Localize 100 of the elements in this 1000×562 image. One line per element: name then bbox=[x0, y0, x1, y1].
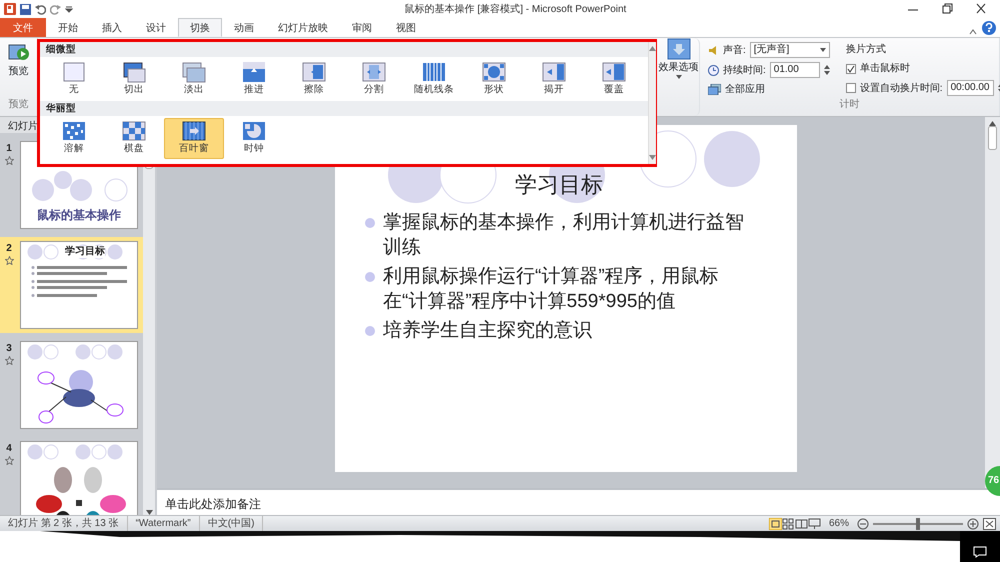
ribbon-tab[interactable]: 幻灯片放映 bbox=[266, 18, 340, 37]
check-icon bbox=[846, 64, 855, 72]
apply-icon bbox=[708, 84, 721, 95]
window-title: 鼠标的基本操作 [兼容模式] - Microsoft PowerPoint bbox=[404, 2, 628, 16]
group-label: 计时 bbox=[838, 98, 860, 112]
scroll-up-icon[interactable] bbox=[649, 46, 656, 51]
duration-field[interactable]: 01.00 bbox=[770, 62, 820, 78]
effect-options-button[interactable]: 效果选项 bbox=[658, 38, 700, 116]
slide-thumbnail-row[interactable]: 3 bbox=[0, 337, 143, 433]
normal-view-icon[interactable] bbox=[768, 518, 782, 530]
ribbon-tab[interactable]: 开始 bbox=[46, 18, 90, 37]
slide-number: 4 bbox=[6, 442, 12, 456]
powerpoint-logo-icon[interactable] bbox=[4, 3, 16, 15]
bullet-icon bbox=[365, 272, 375, 282]
preview-button[interactable]: 预览 bbox=[8, 42, 30, 79]
checkbox-label: 单击鼠标时 bbox=[860, 62, 910, 76]
transition-icon bbox=[481, 60, 507, 82]
transition-icon bbox=[181, 120, 207, 142]
transition-option[interactable]: 无 bbox=[44, 58, 104, 100]
checkbox[interactable] bbox=[846, 64, 856, 74]
sound-dropdown[interactable]: [无声音] bbox=[750, 42, 830, 58]
transition-option[interactable]: 擦除 bbox=[284, 58, 344, 100]
star-icon bbox=[4, 456, 14, 465]
transition-option[interactable]: 揭开 bbox=[524, 58, 584, 100]
transition-icon bbox=[601, 60, 627, 82]
field-label: 声音: bbox=[723, 44, 746, 58]
notification-icon[interactable] bbox=[973, 546, 987, 558]
transition-option[interactable]: 分割 bbox=[344, 58, 404, 100]
zoom-level[interactable]: 66% bbox=[820, 516, 857, 531]
transition-option[interactable]: 百叶窗 bbox=[164, 118, 224, 158]
section-header: 华丽型 bbox=[40, 101, 648, 116]
bullet-text: 培养学生自主探究的意识 bbox=[383, 319, 592, 343]
ribbon-tab[interactable]: 动画 bbox=[222, 18, 266, 37]
section-header: 细微型 bbox=[40, 42, 648, 57]
zoom-out-icon[interactable] bbox=[857, 518, 869, 530]
ribbon-collapse-icon[interactable] bbox=[968, 27, 978, 37]
transition-icon bbox=[241, 60, 267, 82]
thumbnail-title: 学习目标 bbox=[65, 246, 105, 258]
transition-icon bbox=[301, 60, 327, 82]
effect-icon bbox=[666, 38, 690, 60]
slideshow-icon[interactable] bbox=[808, 518, 821, 530]
zoom-in-icon[interactable] bbox=[967, 518, 979, 530]
field-label: 持续时间: bbox=[723, 64, 766, 78]
reading-view-icon[interactable] bbox=[794, 518, 808, 530]
star-icon bbox=[4, 256, 14, 265]
spinner-icon[interactable] bbox=[824, 64, 830, 76]
section-title: 换片方式 bbox=[846, 42, 887, 57]
time-field[interactable]: 00:00.00 bbox=[946, 80, 994, 96]
transition-option[interactable]: 切出 bbox=[104, 58, 164, 100]
ribbon-tab[interactable]: 插入 bbox=[90, 18, 134, 37]
ribbon-tab[interactable]: 切换 bbox=[178, 18, 222, 37]
slide-thumbnail[interactable]: 学习目标 bbox=[20, 241, 138, 329]
thumbnail-title: 鼠标的基本操作 bbox=[36, 207, 122, 224]
transition-icon bbox=[361, 60, 387, 82]
undo-icon[interactable] bbox=[35, 4, 46, 14]
transition-icon bbox=[541, 60, 567, 82]
caret-icon bbox=[676, 75, 682, 79]
clock-icon bbox=[708, 64, 719, 76]
slide-number: 2 bbox=[6, 242, 12, 256]
zoom-slider-thumb[interactable] bbox=[916, 518, 920, 530]
ribbon-tab[interactable]: 审阅 bbox=[340, 18, 384, 37]
group-label: 预览 bbox=[8, 98, 28, 112]
transition-icon bbox=[121, 120, 147, 142]
slide-number: 1 bbox=[6, 142, 12, 156]
transition-option[interactable]: 形状 bbox=[464, 58, 524, 100]
transition-icon bbox=[181, 60, 207, 82]
fit-window-icon[interactable] bbox=[983, 518, 996, 530]
bullet-text: 利用鼠标操作运行“计算器”程序，用鼠标在“计算器”程序中计算559*995的值 bbox=[383, 265, 720, 314]
transition-icon bbox=[241, 120, 267, 142]
transition-icon bbox=[421, 60, 447, 82]
transition-option[interactable]: 推进 bbox=[224, 58, 284, 100]
star-icon bbox=[4, 156, 14, 165]
redo-icon[interactable] bbox=[50, 4, 61, 14]
caret-icon bbox=[820, 48, 826, 52]
slide-number: 3 bbox=[6, 342, 12, 356]
star-icon bbox=[4, 356, 14, 365]
transition-option[interactable]: 随机线条 bbox=[404, 58, 464, 100]
file-tab[interactable]: 文件 bbox=[0, 18, 46, 37]
apply-all-button[interactable]: 全部应用 bbox=[708, 82, 830, 97]
save-icon[interactable] bbox=[20, 4, 31, 14]
transition-option[interactable]: 覆盖 bbox=[584, 58, 644, 100]
speaker-icon bbox=[708, 44, 719, 56]
transition-icon bbox=[61, 60, 87, 82]
slide-thumbnail[interactable] bbox=[20, 441, 138, 515]
scroll-thumb[interactable] bbox=[988, 126, 997, 150]
ribbon-tab[interactable]: 视图 bbox=[384, 18, 428, 37]
scroll-down-icon[interactable] bbox=[649, 155, 656, 160]
help-icon[interactable] bbox=[982, 21, 996, 35]
bullet-icon bbox=[365, 218, 375, 228]
slide-thumbnail-row[interactable]: 2 学习目标 bbox=[0, 237, 143, 333]
bullet-text: 掌握鼠标的基本操作，利用计算机进行益智训练 bbox=[383, 211, 745, 260]
checkbox[interactable] bbox=[846, 83, 856, 93]
transition-option[interactable]: 时钟 bbox=[224, 118, 284, 158]
dropdown-icon[interactable] bbox=[65, 5, 73, 13]
slide-thumbnail-row[interactable]: 4 bbox=[0, 437, 143, 515]
transition-option[interactable]: 淡出 bbox=[164, 58, 224, 100]
bullet-icon bbox=[365, 326, 375, 336]
ribbon-tab[interactable]: 设计 bbox=[134, 18, 178, 37]
sorter-view-icon[interactable] bbox=[782, 518, 795, 530]
checkbox-label: 设置自动换片时间: bbox=[860, 82, 943, 96]
